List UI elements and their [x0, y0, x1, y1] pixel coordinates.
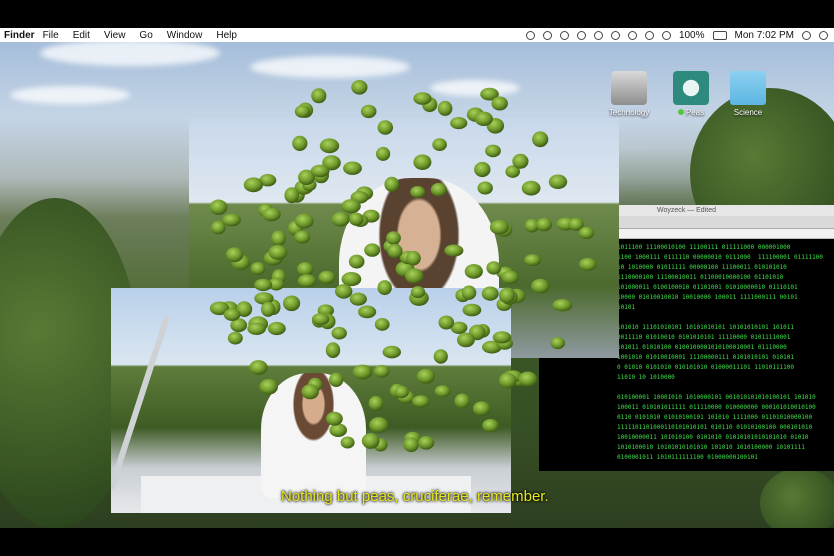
menu-view[interactable]: View	[104, 30, 126, 41]
tag-dot-icon	[677, 109, 684, 115]
siri-icon[interactable]	[819, 30, 828, 40]
desktop-icon-peas[interactable]: Peas	[663, 71, 719, 117]
airplay-icon[interactable]	[644, 30, 654, 40]
video-frame: Finder File Edit View Go Window Help 100…	[0, 0, 834, 556]
menu-edit[interactable]: Edit	[73, 30, 90, 41]
desktop-icon-label: Peas	[685, 108, 705, 117]
folder-icon	[730, 71, 766, 105]
menu-file[interactable]: File	[43, 30, 59, 41]
menu-bar: Finder File Edit View Go Window Help 100…	[0, 28, 834, 42]
menu-window[interactable]: Window	[167, 30, 203, 41]
desk-lamp	[111, 316, 170, 490]
desktop-icon-label: Technology	[608, 108, 650, 117]
hard-drive-icon	[611, 71, 647, 105]
battery-icon[interactable]	[712, 30, 727, 40]
time-machine-icon	[673, 71, 709, 105]
desktop-icon-label: Science	[733, 108, 763, 117]
menu-help[interactable]: Help	[216, 30, 237, 41]
time-machine-icon[interactable]	[593, 30, 603, 40]
wifi-icon[interactable]	[627, 30, 637, 40]
clock-icon[interactable]	[576, 30, 586, 40]
subtitle-caption: Nothing but peas, cruciferae, remember.	[281, 488, 549, 505]
shield-icon[interactable]	[559, 30, 569, 40]
video-overlay-balcony	[111, 288, 511, 513]
menu-go[interactable]: Go	[139, 30, 152, 41]
volume-icon[interactable]	[661, 30, 671, 40]
battery-percent[interactable]: 100%	[679, 30, 705, 41]
letterbox-bottom	[0, 528, 834, 556]
bluetooth-icon[interactable]	[610, 30, 620, 40]
presenter-figure	[261, 373, 366, 498]
sync-icon[interactable]	[542, 30, 552, 40]
record-icon[interactable]	[525, 30, 535, 40]
desktop-icon-science[interactable]: Science	[720, 71, 776, 117]
desktop-icon-technology[interactable]: Technology	[601, 71, 657, 117]
search-icon[interactable]	[802, 30, 811, 40]
app-menu-finder[interactable]: Finder	[4, 30, 35, 41]
letterbox-top	[0, 0, 834, 28]
clock[interactable]: Mon 7:02 PM	[735, 30, 794, 41]
